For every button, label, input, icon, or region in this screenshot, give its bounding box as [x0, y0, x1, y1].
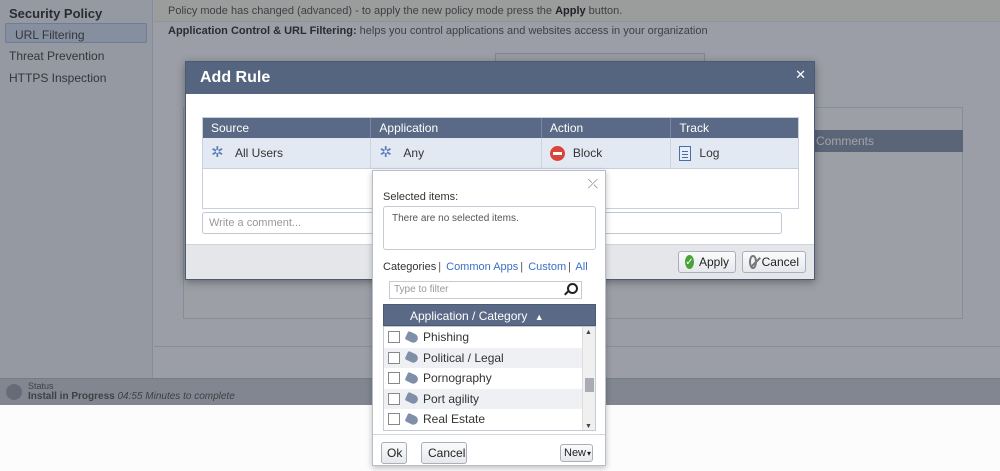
categories-label: Categories [383, 261, 437, 273]
ok-button[interactable]: Ok [381, 442, 407, 464]
list-item-label: Real Estate [423, 412, 486, 427]
scroll-thumb[interactable] [585, 378, 594, 392]
application-value: Any [403, 146, 425, 160]
track-value: Log [699, 146, 720, 160]
scroll-down-icon[interactable]: ▼ [585, 423, 592, 430]
list-item[interactable]: Real Estate [384, 409, 583, 430]
users-icon: ✲ [211, 144, 224, 161]
sort-asc-icon: ▲ [534, 312, 544, 322]
list-item-label: Phishing [423, 330, 470, 345]
selected-items-label: Selected items: [383, 191, 459, 203]
scroll-up-icon[interactable]: ▲ [585, 329, 592, 336]
apply-label: Apply [698, 255, 729, 269]
tag-icon [404, 351, 420, 365]
cancel-icon [749, 255, 757, 269]
close-icon[interactable]: ✕ [795, 67, 806, 83]
checkbox[interactable] [388, 392, 400, 405]
search-icon[interactable] [563, 282, 578, 296]
selected-items-box: There are no selected items. [383, 206, 596, 250]
column-track: Track [679, 121, 709, 135]
filter-input[interactable]: Type to filter [389, 281, 582, 299]
table-row: ✲ All Users ✲ Any Block Log [203, 138, 798, 169]
link-custom[interactable]: Custom [528, 261, 566, 273]
list-item-label: Port agility [423, 391, 480, 406]
source-value: All Users [235, 146, 284, 160]
selected-items-empty: There are no selected items. [392, 213, 519, 224]
link-common-apps[interactable]: Common Apps [446, 261, 518, 273]
application-cell[interactable]: ✲ Any [371, 138, 542, 168]
ok-label: Ok [387, 446, 403, 460]
link-all[interactable]: All [575, 261, 587, 273]
source-cell[interactable]: ✲ All Users [203, 138, 372, 168]
checkbox[interactable] [388, 372, 400, 385]
checkbox[interactable] [388, 351, 400, 364]
tag-icon [404, 412, 420, 426]
list-item[interactable]: Political / Legal [384, 347, 583, 368]
list-item[interactable]: Phishing [384, 327, 583, 348]
close-icon[interactable]: ⤫ [588, 176, 598, 192]
application-picker: ⤫ Selected items: There are no selected … [372, 170, 606, 466]
apply-button[interactable]: ✓ Apply [678, 251, 736, 273]
new-dropdown-button[interactable]: New ▾ [560, 444, 593, 462]
list-header-label: Application / Category [410, 309, 528, 323]
list-item[interactable]: Pornography [384, 368, 583, 389]
track-cell[interactable]: Log [671, 138, 798, 168]
list-item-label: Pornography [423, 371, 492, 386]
divider [373, 434, 605, 435]
application-list: Phishing Political / Legal Pornography P… [383, 326, 596, 431]
action-cell[interactable]: Block [542, 138, 672, 168]
new-label: New [564, 447, 587, 459]
list-header[interactable]: Application / Category ▲ [383, 304, 596, 326]
tag-icon [404, 330, 420, 344]
picker-cancel-button[interactable]: Cancel [421, 442, 467, 464]
action-value: Block [572, 146, 603, 160]
column-application: Application [371, 118, 542, 138]
log-icon [679, 145, 692, 161]
picker-cancel-label: Cancel [428, 446, 466, 460]
dialog-title: Add Rule [186, 62, 814, 94]
tag-icon [404, 371, 420, 385]
column-action: Action [542, 118, 672, 138]
cancel-label: Cancel [761, 255, 799, 269]
chevron-down-icon: ▾ [587, 448, 592, 458]
check-icon: ✓ [685, 255, 694, 269]
category-links: Categories | Common Apps | Custom | All [383, 261, 588, 273]
checkbox[interactable] [388, 331, 400, 344]
list-item[interactable]: Port agility [384, 388, 583, 409]
block-icon [549, 145, 565, 161]
column-source: Source [203, 118, 372, 138]
checkbox[interactable] [388, 413, 400, 426]
list-item-label: Political / Legal [423, 350, 504, 365]
rule-table-header: Source Application Action Track [203, 118, 798, 138]
list-scrollbar[interactable]: ▲ ▼ [582, 327, 595, 430]
any-icon: ✲ [379, 144, 392, 161]
tag-icon [404, 392, 420, 406]
cancel-button[interactable]: Cancel [742, 251, 806, 273]
